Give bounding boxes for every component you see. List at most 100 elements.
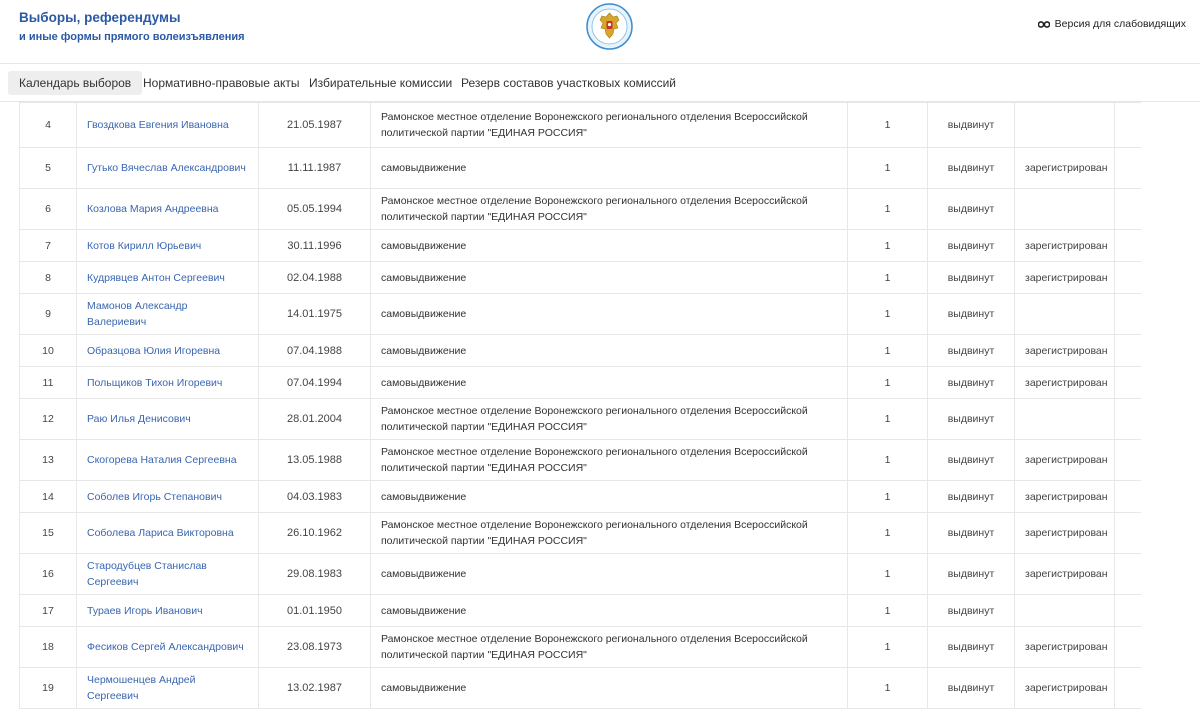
- district-count: 1: [847, 594, 928, 627]
- nomination-status: выдвинут: [927, 439, 1015, 481]
- district-count: 1: [847, 293, 928, 335]
- candidates-table-container[interactable]: 4 Гвоздкова Евгения Ивановна 21.05.1987 Рам…: [19, 102, 1141, 712]
- registration-status: зарегистрирован: [1014, 366, 1115, 399]
- glasses-icon: [1037, 21, 1050, 28]
- candidate-name-cell: Котов Кирилл Юрьевич: [76, 229, 259, 262]
- birth-date: 14.01.1975: [258, 293, 371, 335]
- candidate-name-link[interactable]: Тураев Игорь Иванович: [87, 605, 203, 617]
- candidate-name-link[interactable]: Котов Кирилл Юрьевич: [87, 240, 201, 252]
- empty-cell: [1114, 261, 1141, 294]
- candidate-name-cell: Чермошенцев Андрей Сергеевич: [76, 667, 259, 709]
- nomination-subject: Рамонское местное отделение Воронежского…: [370, 439, 848, 481]
- candidate-name-link[interactable]: Козлова Мария Андреевна: [87, 203, 219, 215]
- nomination-status: выдвинут: [927, 480, 1015, 513]
- registration-status: [1014, 398, 1115, 440]
- table-row: 13 Скогорева Наталия Сергеевна 13.05.1988 Р…: [19, 439, 1141, 481]
- district-count: 1: [847, 229, 928, 262]
- empty-cell: [1114, 366, 1141, 399]
- registration-status: зарегистрирован: [1014, 334, 1115, 367]
- registration-status: зарегистрирован: [1014, 147, 1115, 189]
- empty-cell: [1114, 147, 1141, 189]
- candidate-name-link[interactable]: Польщиков Тихон Игоревич: [87, 377, 222, 389]
- candidate-name-cell: Тураев Игорь Иванович: [76, 594, 259, 627]
- registration-status: зарегистрирован: [1014, 261, 1115, 294]
- site-subtitle[interactable]: и иные формы прямого волеизъявления: [19, 29, 245, 45]
- candidate-name-link[interactable]: Стародубцев Станислав Сергеевич: [87, 560, 207, 588]
- candidate-name-cell: Раю Илья Денисович: [76, 398, 259, 440]
- nomination-status: выдвинут: [927, 147, 1015, 189]
- birth-date: 26.10.1962: [258, 512, 371, 554]
- registration-status: зарегистрирован: [1014, 439, 1115, 481]
- candidate-name-link[interactable]: Раю Илья Денисович: [87, 413, 191, 425]
- table-row: 12 Раю Илья Денисович 28.01.2004 Рамонское …: [19, 398, 1141, 440]
- birth-date: 28.01.2004: [258, 398, 371, 440]
- district-count: 1: [847, 512, 928, 554]
- district-count: 1: [847, 667, 928, 709]
- district-count: 1: [847, 147, 928, 189]
- empty-cell: [1114, 102, 1141, 148]
- table-row: 19 Чермошенцев Андрей Сергеевич 13.02.1987…: [19, 667, 1141, 709]
- candidate-name-link[interactable]: Кудрявцев Антон Сергеевич: [87, 272, 225, 284]
- district-count: 1: [847, 102, 928, 148]
- candidate-name-link[interactable]: Мамонов Александр Валериевич: [87, 300, 187, 328]
- nomination-status: выдвинут: [927, 293, 1015, 335]
- nomination-status: выдвинут: [927, 398, 1015, 440]
- district-count: 1: [847, 439, 928, 481]
- table-row: 18 Фесиков Сергей Александрович 23.08.1973…: [19, 626, 1141, 668]
- birth-date: 29.08.1983: [258, 553, 371, 595]
- candidate-name-link[interactable]: Гвоздкова Евгения Ивановна: [87, 119, 229, 131]
- row-number: 7: [19, 229, 77, 262]
- table-row: 15 Соболева Лариса Викторовна 26.10.1962 Ра…: [19, 512, 1141, 554]
- nomination-subject: самовыдвижение: [370, 553, 848, 595]
- site-title[interactable]: Выборы, референдумы: [19, 9, 245, 27]
- candidate-name-link[interactable]: Соболева Лариса Викторовна: [87, 527, 234, 539]
- site-brand[interactable]: Выборы, референдумы и иные формы прямого…: [19, 9, 245, 45]
- row-number: 6: [19, 188, 77, 230]
- nomination-subject: Рамонское местное отделение Воронежского…: [370, 102, 848, 148]
- nomination-subject: самовыдвижение: [370, 261, 848, 294]
- birth-date: 07.04.1994: [258, 366, 371, 399]
- birth-date: 05.05.1994: [258, 188, 371, 230]
- accessibility-version-link[interactable]: Версия для слабовидящих: [1037, 18, 1186, 30]
- registration-status: зарегистрирован: [1014, 512, 1115, 554]
- empty-cell: [1114, 334, 1141, 367]
- nav-tab-commission-reserve[interactable]: Резерв составов участковых комиссий: [450, 71, 687, 95]
- district-count: 1: [847, 626, 928, 668]
- empty-cell: [1114, 439, 1141, 481]
- row-number: 12: [19, 398, 77, 440]
- nav-tab-election-commissions[interactable]: Избирательные комиссии: [298, 71, 463, 95]
- registration-status: [1014, 293, 1115, 335]
- table-row: 11 Польщиков Тихон Игоревич 07.04.1994 само…: [19, 366, 1141, 399]
- candidate-name-cell: Соболев Игорь Степанович: [76, 480, 259, 513]
- birth-date: 02.04.1988: [258, 261, 371, 294]
- nav-tab-legal-acts[interactable]: Нормативно-правовые акты: [132, 71, 311, 95]
- nomination-status: выдвинут: [927, 334, 1015, 367]
- cec-emblem-icon[interactable]: [586, 3, 633, 50]
- nomination-subject: Рамонское местное отделение Воронежского…: [370, 512, 848, 554]
- district-count: 1: [847, 188, 928, 230]
- candidate-name-link[interactable]: Соболев Игорь Степанович: [87, 491, 222, 503]
- nomination-status: выдвинут: [927, 261, 1015, 294]
- candidate-name-cell: Кудрявцев Антон Сергеевич: [76, 261, 259, 294]
- candidate-name-link[interactable]: Образцова Юлия Игоревна: [87, 345, 220, 357]
- registration-status: [1014, 102, 1115, 148]
- empty-cell: [1114, 293, 1141, 335]
- candidate-name-link[interactable]: Скогорева Наталия Сергеевна: [87, 454, 237, 466]
- candidate-name-link[interactable]: Гутько Вячеслав Александрович: [87, 162, 246, 174]
- nomination-status: выдвинут: [927, 594, 1015, 627]
- nav-tab-elections-calendar[interactable]: Календарь выборов: [8, 71, 143, 95]
- candidate-name-cell: Образцова Юлия Игоревна: [76, 334, 259, 367]
- nomination-status: выдвинут: [927, 188, 1015, 230]
- district-count: 1: [847, 334, 928, 367]
- nomination-subject: самовыдвижение: [370, 147, 848, 189]
- candidate-name-cell: Стародубцев Станислав Сергеевич: [76, 553, 259, 595]
- candidate-name-link[interactable]: Чермошенцев Андрей Сергеевич: [87, 674, 196, 702]
- empty-cell: [1114, 512, 1141, 554]
- row-number: 17: [19, 594, 77, 627]
- table-row: 10 Образцова Юлия Игоревна 07.04.1988 самов…: [19, 334, 1141, 367]
- birth-date: 11.11.1987: [258, 147, 371, 189]
- candidate-name-link[interactable]: Фесиков Сергей Александрович: [87, 641, 244, 653]
- candidates-table-body: 4 Гвоздкова Евгения Ивановна 21.05.1987 Рам…: [19, 102, 1141, 709]
- nomination-subject: самовыдвижение: [370, 334, 848, 367]
- candidate-name-cell: Мамонов Александр Валериевич: [76, 293, 259, 335]
